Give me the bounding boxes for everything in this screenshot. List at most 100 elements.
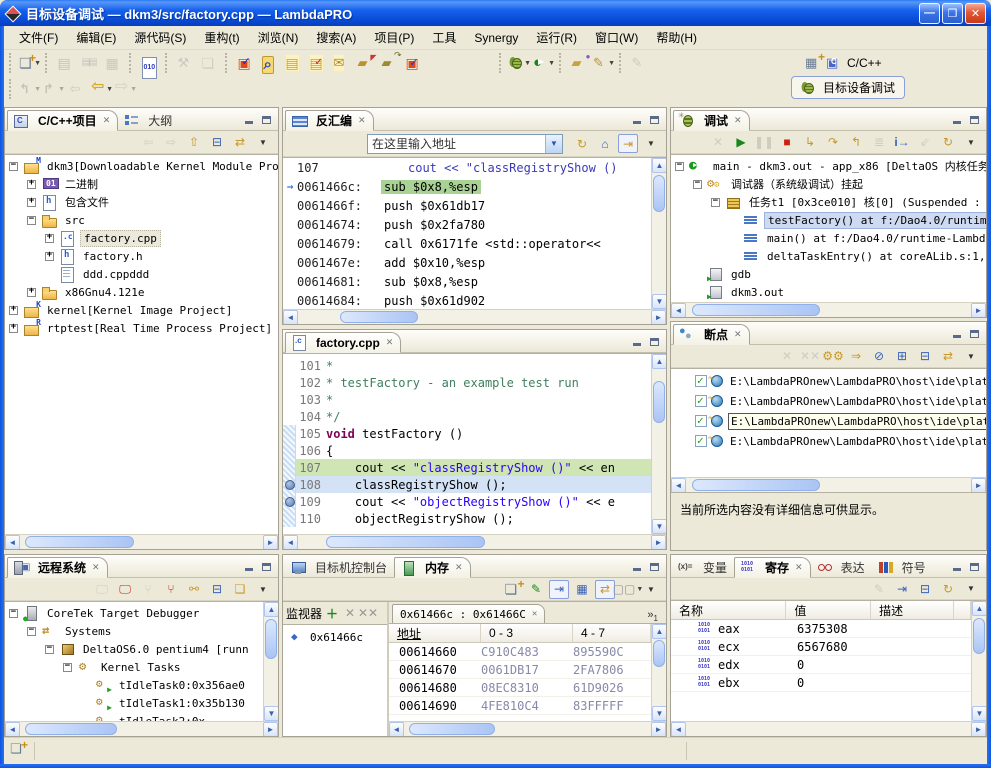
pin-editor-button[interactable] <box>628 51 652 75</box>
breakpoint-row[interactable]: E:\LambdaPROnew\LambdaPRO\host\ide\platf… <box>671 371 986 391</box>
close-button[interactable]: ✕ <box>965 3 986 24</box>
run-config-check-button[interactable] <box>402 51 426 75</box>
horizontal-scrollbar[interactable]: ◄ ► <box>671 721 986 736</box>
expander-icon[interactable] <box>9 306 18 315</box>
column-value[interactable]: 值 <box>786 601 871 619</box>
back-nav-button[interactable]: ⇦ <box>138 133 158 152</box>
horiz-scrollbar[interactable]: ◄ ► <box>389 721 666 736</box>
menu-item[interactable]: 工具 <box>423 27 465 48</box>
close-icon[interactable]: ✕ <box>103 115 111 126</box>
run-button[interactable]: ▼ <box>532 51 556 75</box>
next-edit-button[interactable]: ▼ <box>42 77 66 101</box>
column-extra[interactable] <box>954 601 971 619</box>
combo-dropdown-icon[interactable]: ▼ <box>545 135 562 153</box>
back-button[interactable]: ▼ <box>90 77 114 101</box>
expander-icon[interactable] <box>45 252 54 261</box>
expander-icon[interactable] <box>9 609 18 618</box>
register-row[interactable]: ebx 0 <box>671 674 971 692</box>
collapse-all-button[interactable]: ⊟ <box>915 347 935 366</box>
memory-rendering-tab[interactable]: 0x61466c : 0x61466C ✕ <box>392 604 545 623</box>
menu-item[interactable]: 源代码(S) <box>125 27 195 48</box>
view-menu-button[interactable]: ▼ <box>961 347 981 366</box>
back-history-button[interactable] <box>66 77 90 101</box>
breakpoint-row[interactable]: E:\LambdaPROnew\LambdaPRO\host\ide\platf… <box>671 391 986 411</box>
scroll-left-icon[interactable]: ◄ <box>283 535 298 550</box>
maximize-view-button[interactable] <box>967 327 982 340</box>
scroll-left-icon[interactable]: ◄ <box>389 722 404 736</box>
tree-item[interactable]: x86Gnu4.121e <box>5 283 278 301</box>
track-expression-button[interactable]: ⇥ <box>618 134 638 153</box>
view-menu-button[interactable]: ▼ <box>641 580 661 599</box>
view-menu-button[interactable]: ▼ <box>641 134 661 153</box>
column-name[interactable]: 名称 <box>671 601 786 619</box>
drop-to-frame-button[interactable]: ⇙ <box>915 133 935 152</box>
menu-item[interactable]: 项目(P) <box>365 27 423 48</box>
column-description[interactable]: 描述 <box>871 601 954 619</box>
close-icon[interactable]: ✕ <box>734 329 742 340</box>
horizontal-scrollbar[interactable]: ◄ ► <box>283 534 666 549</box>
save-all-button[interactable] <box>78 51 102 75</box>
skip-all-breakpoints-button[interactable]: ⊘ <box>869 347 889 366</box>
scroll-up-icon[interactable]: ▲ <box>972 601 986 616</box>
expander-icon[interactable] <box>63 663 72 672</box>
expander-icon[interactable] <box>27 216 36 225</box>
tab-remote-systems[interactable]: 远程系统 ✕ <box>7 557 108 578</box>
expander-icon[interactable] <box>9 162 18 171</box>
tree-item[interactable]: 二进制 <box>5 175 278 193</box>
new-wizard-button[interactable]: ▼ <box>18 51 42 75</box>
remove-monitor-button[interactable]: ✕ <box>342 604 358 623</box>
menu-item[interactable]: 文件(F) <box>10 27 67 48</box>
new-memory-view-button[interactable] <box>503 580 523 599</box>
menu-item[interactable]: Synergy <box>465 29 527 47</box>
maximize-view-button[interactable] <box>647 113 662 126</box>
tree-item[interactable]: testFactory() at f:/Dao4.0/runtime- <box>671 211 986 229</box>
tree-item[interactable]: DeltaOS6.0 pentium4 [runn <box>5 640 263 658</box>
tree-item[interactable]: gdb <box>671 265 986 283</box>
scroll-right-icon[interactable]: ► <box>971 478 986 493</box>
view-menu-button[interactable]: ▼ <box>961 579 981 598</box>
close-icon[interactable]: ✕ <box>386 337 394 348</box>
debug-config-check-button[interactable] <box>234 51 258 75</box>
close-icon[interactable]: ✕ <box>795 562 803 573</box>
tree-item[interactable]: deltaTaskEntry() at coreALib.s:1,79 <box>671 247 986 265</box>
link-with-debug-button[interactable]: ⇄ <box>938 347 958 366</box>
menu-item[interactable]: 浏览(N) <box>249 27 308 48</box>
tab-target-console[interactable]: 目标机控制台 <box>285 557 394 578</box>
target-search-button[interactable] <box>258 51 282 75</box>
refresh-button[interactable]: ↻ <box>572 134 592 153</box>
open-folder-button[interactable] <box>378 51 402 75</box>
tree-item[interactable]: tIdleTask2:0x <box>5 712 263 721</box>
tree-item[interactable]: tIdleTask1:0x35b130 <box>5 694 263 712</box>
new-script-button[interactable] <box>282 51 306 75</box>
minimize-view-button[interactable] <box>241 560 256 573</box>
tab-symbols[interactable]: 符号 <box>872 557 933 578</box>
expander-icon[interactable] <box>27 180 36 189</box>
scroll-left-icon[interactable]: ◄ <box>671 303 686 318</box>
scroll-right-icon[interactable]: ► <box>971 303 986 318</box>
scroll-up-icon[interactable]: ▲ <box>652 158 666 173</box>
refresh-button[interactable]: ❏ <box>230 580 250 599</box>
tab-variables[interactable]: 变量 <box>673 557 734 578</box>
minimize-view-button[interactable] <box>629 560 644 573</box>
minimize-view-button[interactable] <box>629 113 644 126</box>
show-breakpoints-supported-button[interactable]: ⚙⚙ <box>823 347 843 366</box>
maximize-view-button[interactable] <box>967 113 982 126</box>
save-button[interactable] <box>54 51 78 75</box>
show-type-names-button[interactable]: ✎ <box>869 579 889 598</box>
vertical-scrollbar[interactable]: ▲ ▼ <box>971 601 986 721</box>
menu-item[interactable]: 重构(t) <box>195 27 248 48</box>
cpp-perspective-icon[interactable] <box>826 55 843 71</box>
expander-icon[interactable] <box>45 234 54 243</box>
build-button[interactable] <box>174 51 198 75</box>
minimize-view-button[interactable] <box>241 113 256 126</box>
tree-item[interactable]: kernel[Kernel Image Project] <box>5 301 278 319</box>
tree-item[interactable]: factory.h <box>5 247 278 265</box>
refresh-connection-button[interactable]: ⑂ <box>161 580 181 599</box>
forward-button[interactable]: ▼ <box>114 77 138 101</box>
scroll-right-icon[interactable]: ► <box>971 722 986 737</box>
disconnect-button[interactable]: ⑂ <box>138 580 158 599</box>
annotation-button[interactable]: ▼ <box>592 51 616 75</box>
scroll-right-icon[interactable]: ► <box>263 535 278 550</box>
new-connection-button[interactable]: ⚯ <box>184 580 204 599</box>
scroll-left-icon[interactable]: ◄ <box>671 722 686 737</box>
